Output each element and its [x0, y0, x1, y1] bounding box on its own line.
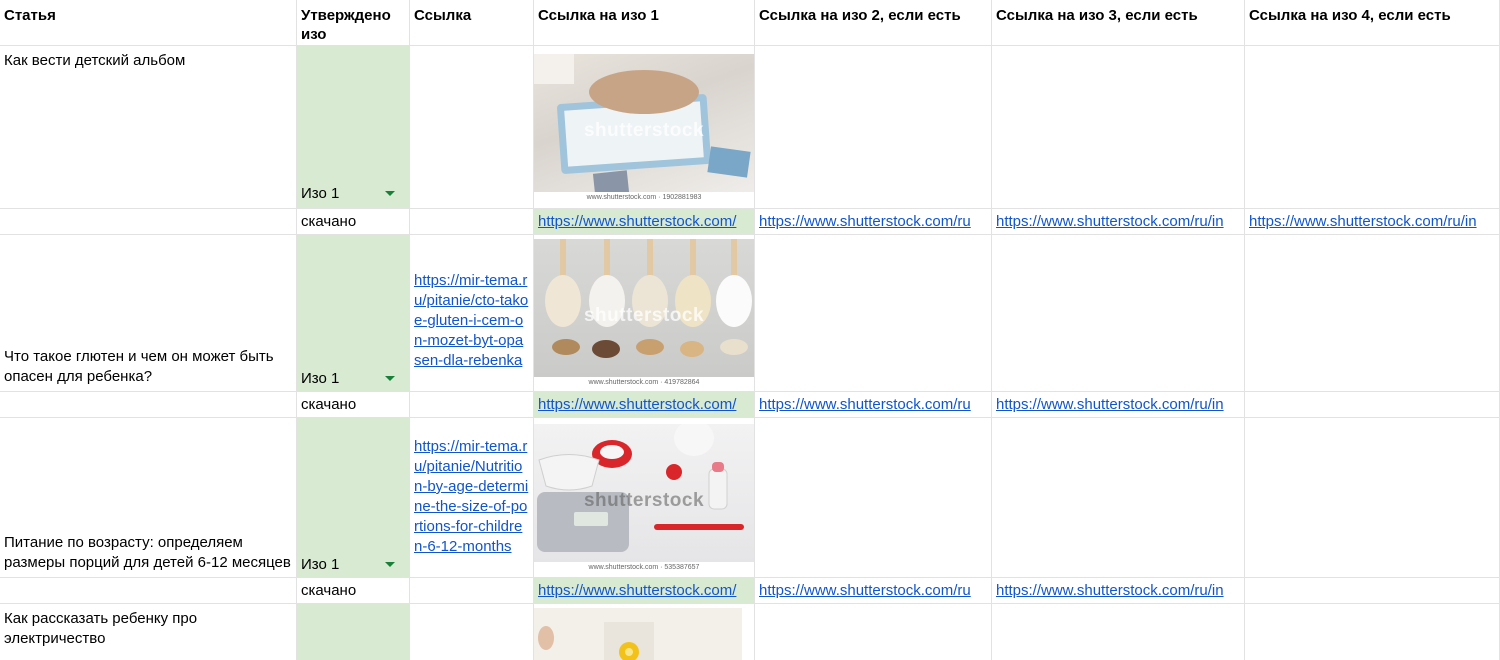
status-cell[interactable]: скачано [297, 209, 410, 235]
image-link-3-cell[interactable]: https://www.shutterstock.com/ru/in [992, 209, 1245, 235]
image-link-1-cell[interactable]: https://www.shutterstock.com/ [534, 392, 755, 418]
status-cell[interactable]: скачано [297, 578, 410, 604]
empty-cell[interactable] [992, 235, 1245, 392]
image-link-3-cell[interactable]: https://www.shutterstock.com/ru/in [992, 578, 1245, 604]
image-cell[interactable] [534, 604, 755, 660]
empty-cell[interactable] [992, 604, 1245, 660]
empty-cell[interactable] [1245, 46, 1500, 209]
stock-id-caption: www.shutterstock.com · 419782864 [534, 377, 754, 389]
photo-album-thumbnail-icon: shutterstock www.shutterstock.com · 1902… [534, 54, 754, 204]
dropdown-caret-icon[interactable] [385, 191, 395, 196]
light-bulb-thumbnail-icon [534, 608, 742, 660]
kitchen-scale-thumbnail-icon: shutterstock www.shutterstock.com · 5353… [534, 424, 754, 574]
empty-cell[interactable] [410, 209, 534, 235]
image-link-2-cell[interactable]: https://www.shutterstock.com/ru [755, 392, 992, 418]
empty-cell[interactable] [755, 604, 992, 660]
header-image-link-1[interactable]: Ссылка на изо 1 [534, 0, 755, 46]
empty-cell[interactable] [1245, 604, 1500, 660]
empty-cell[interactable] [1245, 235, 1500, 392]
article-link-cell[interactable]: https://mir-tema.ru/pitanie/Nutrition-by… [410, 418, 534, 578]
image-link-2[interactable]: https://www.shutterstock.com/ru [759, 581, 971, 601]
header-image-link-2[interactable]: Ссылка на изо 2, если есть [755, 0, 992, 46]
image-link-4[interactable]: https://www.shutterstock.com/ru/in [1249, 212, 1477, 232]
stock-id-caption: www.shutterstock.com · 535387657 [534, 562, 754, 574]
empty-cell[interactable] [0, 578, 297, 604]
empty-cell[interactable] [755, 46, 992, 209]
empty-cell[interactable] [0, 392, 297, 418]
image-cell[interactable]: shutterstock www.shutterstock.com · 5353… [534, 418, 755, 578]
empty-cell[interactable] [1245, 418, 1500, 578]
article-title-cell[interactable]: Что такое глютен и чем он может быть опа… [0, 235, 297, 392]
article-link[interactable]: https://mir-tema.ru/pitanie/cto-takoe-gl… [414, 272, 528, 369]
article-title-cell[interactable]: Питание по возрасту: определяем размеры … [0, 418, 297, 578]
image-link-1[interactable]: https://www.shutterstock.com/ [538, 581, 736, 601]
image-link-1-cell[interactable]: https://www.shutterstock.com/ [534, 209, 755, 235]
empty-cell[interactable] [410, 578, 534, 604]
stock-id-caption: www.shutterstock.com · 1902881983 [534, 192, 754, 204]
header-image-link-4[interactable]: Ссылка на изо 4, если есть [1245, 0, 1500, 46]
image-link-2[interactable]: https://www.shutterstock.com/ru [759, 212, 971, 232]
image-link-3[interactable]: https://www.shutterstock.com/ru/in [996, 212, 1224, 232]
article-title-cell[interactable]: Как рассказать ребенку про электричество [0, 604, 297, 660]
empty-cell[interactable] [1245, 392, 1500, 418]
approved-dropdown-value: Изо 1 [301, 370, 340, 387]
image-link-2-cell[interactable]: https://www.shutterstock.com/ru [755, 209, 992, 235]
empty-cell[interactable] [410, 392, 534, 418]
image-cell[interactable]: shutterstock www.shutterstock.com · 1902… [534, 46, 755, 209]
approved-dropdown-cell[interactable] [297, 604, 410, 660]
approved-dropdown-value: Изо 1 [301, 556, 340, 573]
approved-dropdown-cell[interactable]: Изо 1 [297, 235, 410, 392]
dropdown-caret-icon[interactable] [385, 376, 395, 381]
image-link-3[interactable]: https://www.shutterstock.com/ru/in [996, 395, 1224, 415]
article-link[interactable]: https://mir-tema.ru/pitanie/Nutrition-by… [414, 438, 528, 555]
image-link-4-cell[interactable]: https://www.shutterstock.com/ru/in [1245, 209, 1500, 235]
status-cell[interactable]: скачано [297, 392, 410, 418]
approved-dropdown-value: Изо 1 [301, 185, 340, 202]
flour-spoons-thumbnail-icon: shutterstock www.shutterstock.com · 4197… [534, 239, 754, 389]
article-link-cell[interactable] [410, 46, 534, 209]
image-link-1[interactable]: https://www.shutterstock.com/ [538, 395, 736, 415]
image-link-3-cell[interactable]: https://www.shutterstock.com/ru/in [992, 392, 1245, 418]
empty-cell[interactable] [992, 46, 1245, 209]
watermark-text: shutterstock [583, 120, 705, 141]
spreadsheet-grid: Статья Утверждено изо Ссылка Ссылка на и… [0, 0, 1500, 660]
article-link-cell[interactable] [410, 604, 534, 660]
header-article[interactable]: Статья [0, 0, 297, 46]
approved-dropdown-cell[interactable]: Изо 1 [297, 418, 410, 578]
image-link-3[interactable]: https://www.shutterstock.com/ru/in [996, 581, 1224, 601]
empty-cell[interactable] [755, 418, 992, 578]
image-link-2-cell[interactable]: https://www.shutterstock.com/ru [755, 578, 992, 604]
image-link-2[interactable]: https://www.shutterstock.com/ru [759, 395, 971, 415]
header-image-link-3[interactable]: Ссылка на изо 3, если есть [992, 0, 1245, 46]
image-link-1[interactable]: https://www.shutterstock.com/ [538, 212, 736, 232]
article-title-cell[interactable]: Как вести детский альбом [0, 46, 297, 209]
article-link-cell[interactable]: https://mir-tema.ru/pitanie/cto-takoe-gl… [410, 235, 534, 392]
image-link-1-cell[interactable]: https://www.shutterstock.com/ [534, 578, 755, 604]
image-cell[interactable]: shutterstock www.shutterstock.com · 4197… [534, 235, 755, 392]
empty-cell[interactable] [992, 418, 1245, 578]
watermark-text: shutterstock [583, 305, 705, 326]
dropdown-caret-icon[interactable] [385, 562, 395, 567]
empty-cell[interactable] [0, 209, 297, 235]
header-approved-image[interactable]: Утверждено изо [297, 0, 410, 46]
empty-cell[interactable] [755, 235, 992, 392]
watermark-text: shutterstock [583, 490, 705, 511]
empty-cell[interactable] [1245, 578, 1500, 604]
header-link[interactable]: Ссылка [410, 0, 534, 46]
approved-dropdown-cell[interactable]: Изо 1 [297, 46, 410, 209]
